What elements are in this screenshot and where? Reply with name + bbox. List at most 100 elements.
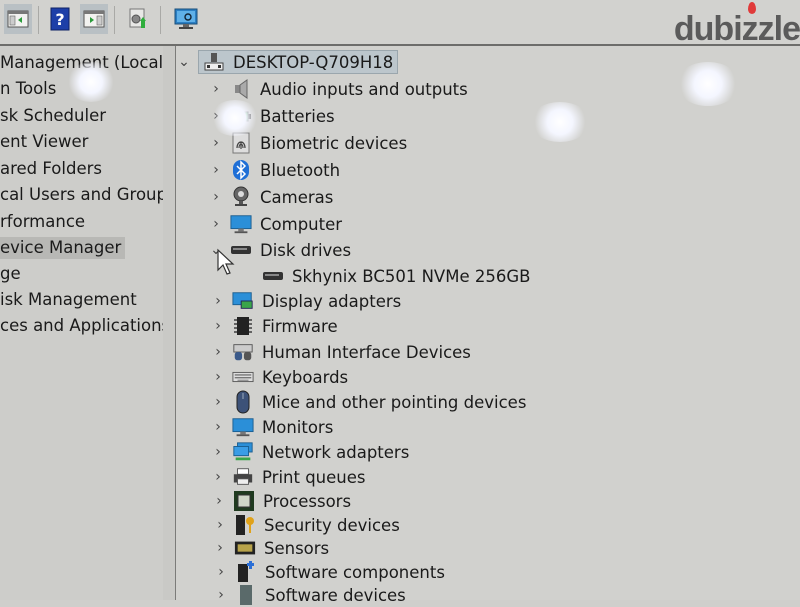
category-biometric[interactable]: › Biometric devices [208, 131, 407, 155]
category-label: Computer [260, 214, 343, 234]
mouse-cursor-icon [217, 248, 235, 275]
chevron-down-icon[interactable]: ⌄ [176, 52, 192, 72]
category-monitors[interactable]: › Monitors [210, 415, 333, 439]
show-hide-console-tree-button[interactable] [4, 4, 32, 34]
action-pane-icon [83, 10, 105, 28]
left-item-disk-management[interactable]: isk Management [0, 289, 137, 311]
update-driver-icon [129, 8, 146, 28]
category-computer[interactable]: › Computer [208, 212, 342, 236]
chevron-right-icon[interactable]: › [208, 214, 224, 234]
left-item-label: ared Folders [0, 159, 102, 178]
help-button[interactable]: ? [46, 4, 74, 34]
software-device-icon [235, 584, 257, 606]
chevron-right-icon[interactable]: › [210, 467, 226, 487]
category-label: Processors [263, 491, 352, 511]
help-icon: ? [50, 7, 70, 31]
left-item-storage[interactable]: ge [0, 263, 21, 285]
category-label: Cameras [260, 187, 334, 207]
scan-hardware-icon [174, 8, 198, 29]
security-key-icon [234, 514, 256, 536]
category-bluetooth[interactable]: › Bluetooth [208, 158, 340, 182]
processor-icon [233, 490, 255, 512]
category-firmware[interactable]: › Firmware [210, 314, 338, 338]
computer-root-icon [203, 51, 225, 73]
left-item-computer-management[interactable]: Management (Local) [0, 52, 170, 74]
chevron-right-icon[interactable]: › [208, 187, 224, 207]
category-label: Firmware [262, 316, 338, 336]
device-disk-skhynix[interactable]: Skhynix BC501 NVMe 256GB [262, 264, 530, 288]
left-item-label: ces and Applications [0, 316, 171, 335]
display-adapter-icon [232, 290, 254, 312]
chevron-right-icon[interactable]: › [208, 79, 224, 99]
category-label: Software components [265, 562, 445, 582]
category-print-queues[interactable]: › Print queues [210, 465, 366, 489]
category-sensors[interactable]: › Sensors [212, 536, 329, 560]
category-software-components[interactable]: › Software components [213, 560, 445, 584]
left-item-event-viewer[interactable]: ent Viewer [0, 131, 88, 153]
scan-hardware-changes-button[interactable] [172, 4, 200, 34]
left-item-services-applications[interactable]: ces and Applications [0, 315, 170, 337]
webcam-icon [230, 186, 252, 208]
category-label: Print queues [262, 467, 366, 487]
watermark-text: dubizzle [673, 10, 800, 48]
printer-icon [232, 466, 254, 488]
chevron-right-icon[interactable]: › [213, 562, 229, 582]
bluetooth-icon [230, 159, 252, 181]
show-hide-action-pane-button[interactable] [80, 4, 108, 34]
chevron-right-icon[interactable]: › [210, 417, 226, 437]
category-label: Software devices [265, 585, 406, 605]
chevron-right-icon[interactable]: › [210, 316, 226, 336]
chevron-right-icon[interactable]: › [210, 367, 226, 387]
chevron-right-icon[interactable]: › [210, 392, 226, 412]
left-item-label: ent Viewer [0, 132, 89, 151]
left-item-local-users-groups[interactable]: cal Users and Groups [0, 184, 176, 206]
chevron-right-icon[interactable]: › [212, 515, 228, 535]
category-mice[interactable]: › Mice and other pointing devices [210, 390, 526, 414]
category-label: Sensors [264, 538, 330, 558]
left-item-performance[interactable]: rformance [0, 211, 85, 233]
device-tree: ⌄ DESKTOP-Q709H18 › Audio inputs and out… [176, 46, 800, 605]
left-item-label: n Tools [0, 79, 57, 98]
category-audio[interactable]: › Audio inputs and outputs [208, 77, 468, 101]
category-keyboards[interactable]: › Keyboards [210, 365, 348, 389]
watermark: dubizzle [673, 2, 800, 49]
category-display-adapters[interactable]: › Display adapters [210, 289, 401, 313]
category-processors[interactable]: › Processors [211, 489, 351, 513]
category-security-devices[interactable]: › Security devices [212, 513, 400, 537]
toolbar: ? dubizzle [0, 0, 800, 49]
tree-root[interactable]: ⌄ DESKTOP-Q709H18 [176, 50, 399, 74]
left-item-label: rformance [0, 212, 86, 231]
left-item-system-tools[interactable]: n Tools [0, 78, 56, 100]
chevron-right-icon[interactable]: › [208, 133, 224, 153]
monitor-icon [232, 416, 254, 438]
update-driver-button[interactable] [124, 4, 152, 34]
root-label: DESKTOP-Q709H18 [233, 52, 394, 72]
left-item-device-manager[interactable]: evice Manager [0, 237, 126, 259]
chevron-right-icon[interactable]: › [210, 342, 226, 362]
category-batteries[interactable]: › Batteries [208, 104, 334, 128]
chip-icon [232, 315, 254, 337]
pane-splitter[interactable] [163, 46, 176, 600]
category-label: Biometric devices [260, 133, 408, 153]
category-label: Audio inputs and outputs [260, 79, 468, 99]
category-label: Keyboards [262, 367, 349, 387]
left-item-shared-folders[interactable]: ared Folders [0, 158, 102, 180]
left-item-label: isk Management [0, 290, 137, 309]
chevron-right-icon[interactable]: › [210, 442, 226, 462]
chevron-right-icon[interactable]: › [213, 585, 229, 605]
keyboard-icon [232, 366, 254, 388]
category-cameras[interactable]: › Cameras [208, 185, 333, 209]
category-label: Network adapters [262, 442, 410, 462]
category-network-adapters[interactable]: › Network adapters [210, 440, 409, 464]
chevron-right-icon[interactable]: › [211, 491, 227, 511]
chevron-right-icon[interactable]: › [212, 538, 228, 558]
left-item-label: ge [0, 264, 21, 283]
left-item-label: Management (Local) [0, 53, 170, 72]
chevron-right-icon[interactable]: › [208, 160, 224, 180]
chevron-right-icon[interactable]: › [210, 291, 226, 311]
category-label: Display adapters [262, 291, 402, 311]
left-item-task-scheduler[interactable]: sk Scheduler [0, 105, 106, 127]
chevron-right-icon[interactable]: › [208, 106, 224, 126]
category-hid[interactable]: › Human Interface Devices [210, 340, 471, 364]
category-software-devices[interactable]: › Software devices [213, 583, 406, 607]
